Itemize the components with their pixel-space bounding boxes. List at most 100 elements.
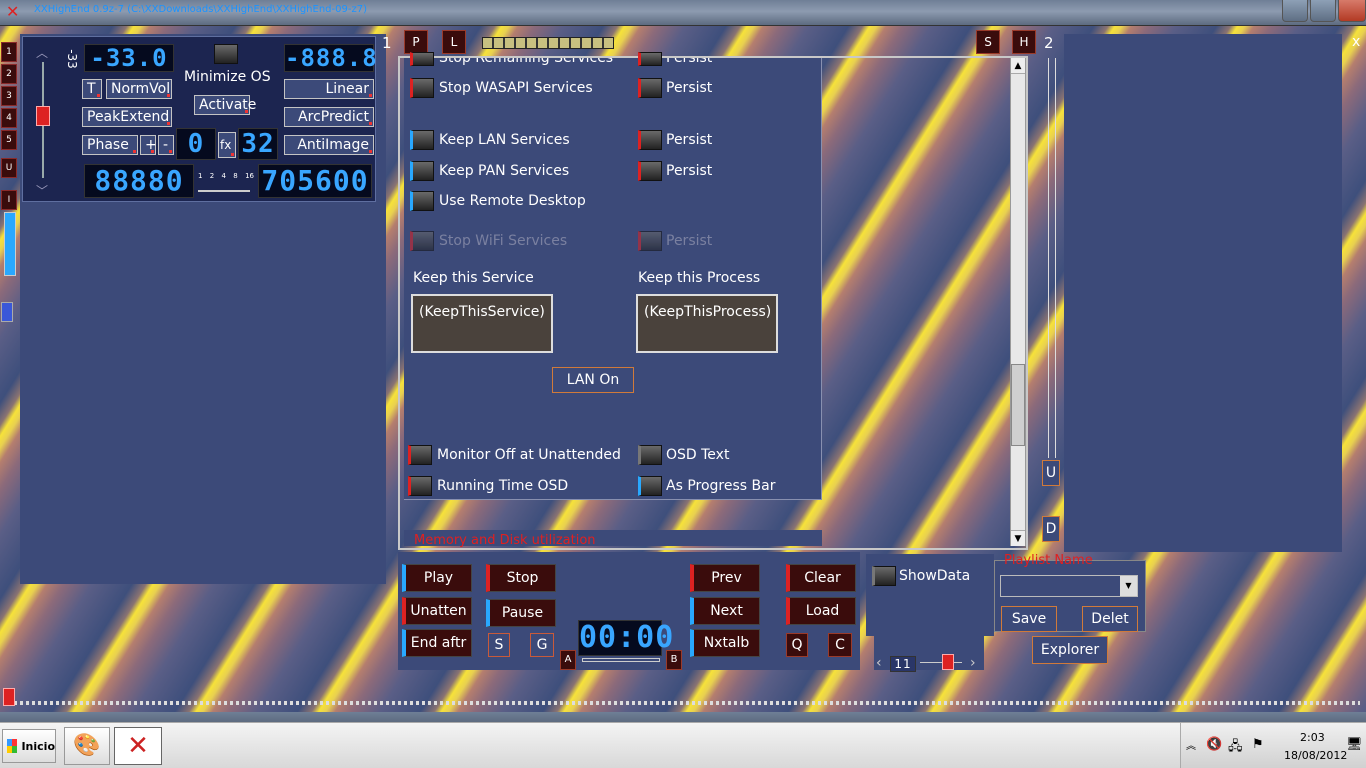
left-tab-u[interactable]: U xyxy=(1,158,17,178)
left-tab-1[interactable]: 1 xyxy=(1,42,17,62)
normvol-button[interactable]: NormVol xyxy=(106,79,172,99)
showdata-toggle[interactable] xyxy=(872,566,896,586)
monitor-off-toggle[interactable] xyxy=(408,445,432,465)
volume-mute-icon[interactable]: 🔇 xyxy=(1206,737,1222,752)
remote-desktop-toggle[interactable] xyxy=(410,191,434,211)
lan-on-button[interactable]: LAN On xyxy=(552,367,634,393)
delete-button[interactable]: Delet xyxy=(1082,606,1138,632)
stop-remaining-toggle[interactable] xyxy=(410,52,434,66)
services-scrollbar[interactable] xyxy=(1010,58,1026,546)
left-tab-i[interactable]: I xyxy=(1,190,17,210)
playlist-select[interactable] xyxy=(1000,575,1138,597)
persist-4-toggle[interactable] xyxy=(638,161,662,181)
pause-button[interactable]: Pause xyxy=(486,599,556,627)
network-icon[interactable]: 🖧 xyxy=(1228,737,1243,759)
persist-5-toggle[interactable] xyxy=(638,231,662,251)
chevron-down-icon[interactable]: ▼ xyxy=(1120,576,1137,596)
c-button[interactable]: C xyxy=(828,633,852,657)
load-button[interactable]: Load xyxy=(786,597,856,625)
scroll-down-icon[interactable]: ▼ xyxy=(1011,530,1025,546)
led-strip xyxy=(482,37,614,49)
scale-slider[interactable] xyxy=(198,190,250,192)
close-button[interactable] xyxy=(1338,0,1366,22)
left-tab-4[interactable]: 4 xyxy=(1,108,17,128)
stop-wasapi-toggle[interactable] xyxy=(410,78,434,98)
counter-display: 88880 xyxy=(84,164,194,198)
end-after-button[interactable]: End aftr xyxy=(402,629,472,657)
next-button[interactable]: Next xyxy=(690,597,760,625)
peakextend-button[interactable]: PeakExtend xyxy=(82,107,172,127)
unatten-button[interactable]: Unatten xyxy=(402,597,472,625)
fx-button[interactable]: fx xyxy=(218,132,236,158)
g-transport-button[interactable]: G xyxy=(530,633,554,657)
stop-button[interactable]: Stop xyxy=(486,564,556,592)
s-button[interactable]: S xyxy=(976,30,1000,54)
clock-time[interactable]: 2:03 xyxy=(1300,731,1325,744)
close-x-button[interactable]: x xyxy=(1352,34,1360,50)
paint-app-icon[interactable]: 🎨 xyxy=(64,727,110,765)
explorer-button[interactable]: Explorer xyxy=(1032,636,1108,664)
clock-date[interactable]: 18/08/2012 xyxy=(1284,749,1347,762)
persist-2-toggle[interactable] xyxy=(638,78,662,98)
save-button[interactable]: Save xyxy=(1001,606,1057,632)
progress-handle[interactable] xyxy=(3,688,15,706)
keep-lan-toggle[interactable] xyxy=(410,130,434,150)
clear-button[interactable]: Clear xyxy=(786,564,856,592)
show-desktop-icon[interactable]: 🖥 xyxy=(1346,737,1363,752)
u-button[interactable]: U xyxy=(1042,460,1060,486)
keep-process-field[interactable]: (KeepThisProcess) xyxy=(636,294,778,353)
persist-3-toggle[interactable] xyxy=(638,130,662,150)
antiimage-button[interactable]: AntiImage xyxy=(284,135,374,155)
scroll-thumb[interactable] xyxy=(1011,364,1025,446)
xxhighend-app-icon[interactable]: ✕ xyxy=(114,727,162,765)
b-marker[interactable]: B xyxy=(666,650,682,670)
running-time-toggle[interactable] xyxy=(408,476,432,496)
a-marker[interactable]: A xyxy=(560,650,576,670)
stop-wifi-toggle[interactable] xyxy=(410,231,434,251)
prev-button[interactable]: Prev xyxy=(690,564,760,592)
persist-1-toggle[interactable] xyxy=(638,52,662,66)
ab-slider[interactable] xyxy=(582,658,660,662)
osd-text-toggle[interactable] xyxy=(638,445,662,465)
tab-2-label[interactable]: 2 xyxy=(1044,34,1054,52)
activate-button[interactable]: Activate xyxy=(194,95,256,115)
play-button[interactable]: Play xyxy=(402,564,472,592)
left-slider-handle[interactable] xyxy=(1,302,13,322)
p-button[interactable]: P xyxy=(404,30,428,54)
q-button[interactable]: Q xyxy=(786,633,808,657)
keep-service-field[interactable]: (KeepThisService) xyxy=(411,294,553,353)
l-button[interactable]: L xyxy=(442,30,466,54)
volume-slider-handle[interactable] xyxy=(36,106,50,126)
h-button[interactable]: H xyxy=(1012,30,1036,54)
minus-button[interactable]: - xyxy=(158,135,174,155)
phase-button[interactable]: Phase xyxy=(82,135,138,155)
remote-desktop-label: Use Remote Desktop xyxy=(439,193,586,209)
start-button[interactable]: Inicio xyxy=(2,729,56,763)
number-slider[interactable] xyxy=(920,662,962,663)
linear-button[interactable]: Linear xyxy=(284,79,374,99)
plus-button[interactable]: + xyxy=(140,135,157,155)
s-transport-button[interactable]: S xyxy=(488,633,510,657)
tray-expand-icon[interactable]: ︽ xyxy=(1186,737,1196,752)
action-center-icon[interactable]: ⚑ xyxy=(1252,737,1264,752)
progress-track[interactable] xyxy=(8,701,1360,705)
minimize-os-toggle[interactable] xyxy=(214,44,238,64)
number-slider-handle[interactable] xyxy=(942,654,954,670)
tab-1-label[interactable]: 1 xyxy=(382,34,392,52)
maximize-button[interactable] xyxy=(1310,0,1336,22)
volume-down-icon[interactable]: ﹀ xyxy=(36,182,48,199)
d-button[interactable]: D xyxy=(1042,516,1060,542)
next-album-button[interactable]: Nxtalb xyxy=(690,629,760,657)
volume-up-icon[interactable]: ︿ xyxy=(36,44,48,61)
t-button[interactable]: T xyxy=(82,79,102,99)
left-tab-3[interactable]: 3 xyxy=(1,86,17,106)
left-tab-5[interactable]: 5 xyxy=(1,130,17,150)
chevron-left-icon[interactable]: ‹ xyxy=(876,655,882,671)
progress-bar-toggle[interactable] xyxy=(638,476,662,496)
chevron-right-icon[interactable]: › xyxy=(970,655,976,671)
arcpredict-button[interactable]: ArcPredict xyxy=(284,107,374,127)
scroll-up-icon[interactable]: ▲ xyxy=(1011,58,1025,74)
left-tab-2[interactable]: 2 xyxy=(1,64,17,84)
minimize-button[interactable] xyxy=(1282,0,1308,22)
keep-pan-toggle[interactable] xyxy=(410,161,434,181)
